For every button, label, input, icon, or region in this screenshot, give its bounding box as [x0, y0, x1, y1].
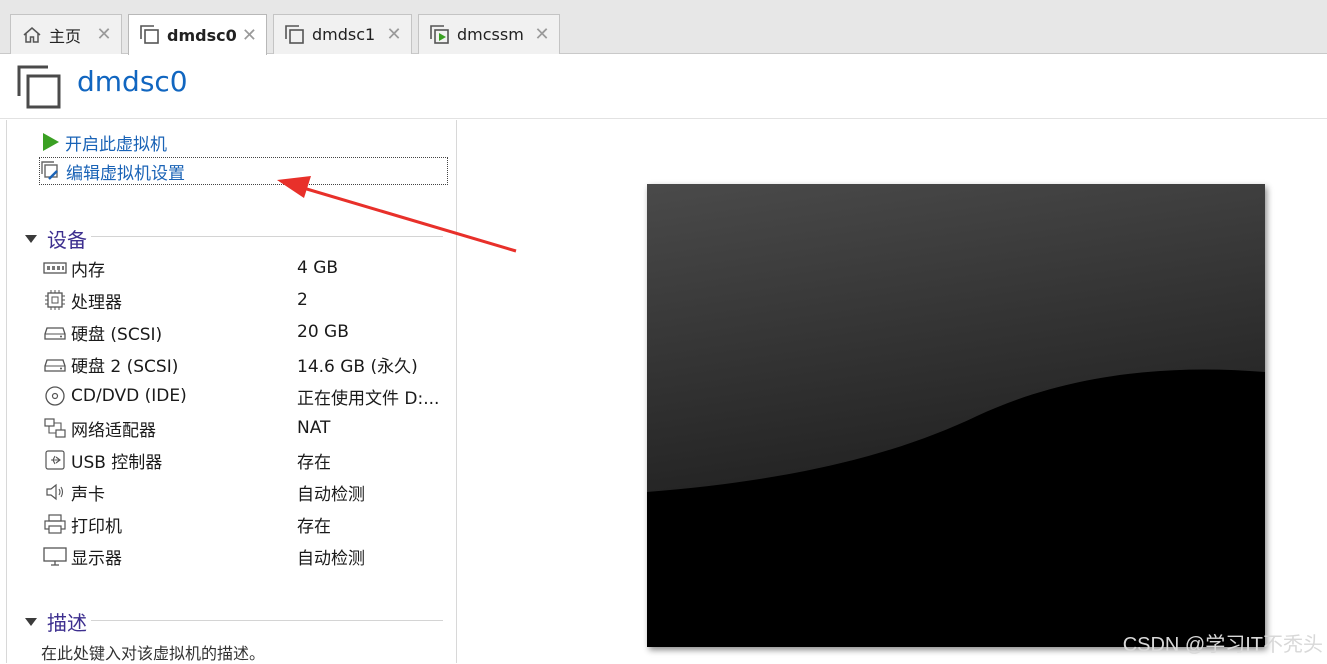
device-value: 存在 — [297, 516, 331, 537]
device-row-network[interactable]: 网络适配器 NAT — [43, 413, 453, 443]
device-row-cd-dvd[interactable]: CD/DVD (IDE) 正在使用文件 D:... — [43, 381, 453, 411]
device-name: 打印机 — [71, 516, 122, 537]
device-name: 处理器 — [71, 292, 122, 313]
power-on-label: 开启此虚拟机 — [65, 134, 167, 155]
edit-settings-icon — [40, 160, 62, 182]
device-value: 自动检测 — [297, 484, 365, 505]
power-on-button[interactable]: 开启此虚拟机 — [39, 128, 167, 156]
device-value: NAT — [297, 418, 331, 438]
tab-strip: 主页 ✕ dmdsc0 ✕ dmdsc1 ✕ dmcssm ✕ — [0, 0, 1327, 55]
device-value: 自动检测 — [297, 548, 365, 569]
device-name: 声卡 — [71, 484, 105, 505]
display-icon — [43, 545, 67, 567]
device-value: 正在使用文件 D:... — [297, 388, 440, 409]
device-name: CD/DVD (IDE) — [71, 386, 187, 406]
devices-heading: 设备 — [47, 228, 87, 252]
play-icon — [39, 131, 61, 153]
divider — [91, 236, 443, 237]
devices-section-toggle[interactable]: 设备 — [25, 224, 87, 253]
device-row-hard-disk-2[interactable]: 硬盘 2 (SCSI) 14.6 GB (永久) — [43, 349, 453, 379]
hard-disk-icon — [43, 321, 67, 343]
usb-icon — [43, 449, 67, 471]
device-value: 4 GB — [297, 258, 339, 278]
device-row-printer[interactable]: 打印机 存在 — [43, 509, 453, 539]
tab-dmdsc0[interactable]: dmdsc0 ✕ — [128, 14, 267, 55]
edit-settings-button[interactable]: 编辑虚拟机设置 — [39, 157, 448, 185]
device-row-memory[interactable]: 内存 4 GB — [43, 253, 453, 283]
device-row-cpu[interactable]: 处理器 2 — [43, 285, 453, 315]
sound-card-icon — [43, 481, 67, 503]
device-row-hard-disk[interactable]: 硬盘 (SCSI) 20 GB — [43, 317, 453, 347]
collapse-icon — [25, 617, 37, 626]
memory-icon — [43, 257, 67, 279]
close-icon[interactable]: ✕ — [91, 24, 117, 45]
cd-dvd-icon — [43, 385, 67, 407]
tab-dmcssm[interactable]: dmcssm ✕ — [418, 14, 560, 54]
tab-label: dmdsc0 — [167, 25, 237, 45]
device-name: 内存 — [71, 260, 105, 281]
device-value: 存在 — [297, 452, 331, 473]
device-value: 14.6 GB (永久) — [297, 356, 418, 377]
screen-background — [647, 184, 1265, 647]
device-row-display[interactable]: 显示器 自动检测 — [43, 541, 453, 571]
vm-header: dmdsc0 — [0, 55, 1327, 119]
home-icon — [21, 24, 43, 46]
device-value: 2 — [297, 290, 308, 310]
description-section-toggle[interactable]: 描述 — [25, 607, 87, 636]
device-row-sound[interactable]: 声卡 自动检测 — [43, 477, 453, 507]
divider — [91, 620, 443, 621]
network-adapter-icon — [43, 417, 67, 439]
watermark: CSDN @学习IT不秃头 — [1122, 634, 1323, 656]
edit-settings-label: 编辑虚拟机设置 — [66, 163, 185, 184]
vm-running-icon — [429, 24, 451, 46]
vm-screen-thumbnail[interactable] — [647, 184, 1265, 647]
device-row-usb[interactable]: USB 控制器 存在 — [43, 445, 453, 475]
tab-dmdsc1[interactable]: dmdsc1 ✕ — [273, 14, 412, 54]
vm-icon — [284, 24, 306, 46]
tab-label: 主页 — [49, 26, 82, 46]
vm-details-panel: 开启此虚拟机 编辑虚拟机设置 设备 内存 4 GB 处理器 2 硬盘 (SCSI… — [6, 120, 457, 663]
close-icon[interactable]: ✕ — [237, 25, 262, 46]
tab-home[interactable]: 主页 ✕ — [10, 14, 122, 54]
description-heading: 描述 — [47, 611, 87, 635]
tab-label: dmdsc1 — [312, 25, 376, 44]
description-field[interactable]: 在此处键入对该虚拟机的描述。 — [41, 640, 265, 664]
hard-disk-icon — [43, 353, 67, 375]
vm-icon — [139, 24, 161, 46]
device-name: 硬盘 2 (SCSI) — [71, 356, 179, 377]
collapse-icon — [25, 234, 37, 243]
device-value: 20 GB — [297, 322, 349, 342]
cpu-icon — [43, 289, 67, 311]
device-name: 显示器 — [71, 548, 122, 569]
printer-icon — [43, 513, 67, 535]
device-name: 网络适配器 — [71, 420, 156, 441]
page-title: dmdsc0 — [77, 65, 188, 98]
vm-icon — [16, 64, 62, 110]
device-name: USB 控制器 — [71, 452, 163, 473]
device-name: 硬盘 (SCSI) — [71, 324, 163, 345]
close-icon[interactable]: ✕ — [529, 24, 555, 45]
close-icon[interactable]: ✕ — [381, 24, 407, 45]
vm-preview-panel: CSDN @学习IT不秃头 — [458, 120, 1327, 663]
tab-label: dmcssm — [457, 25, 524, 44]
